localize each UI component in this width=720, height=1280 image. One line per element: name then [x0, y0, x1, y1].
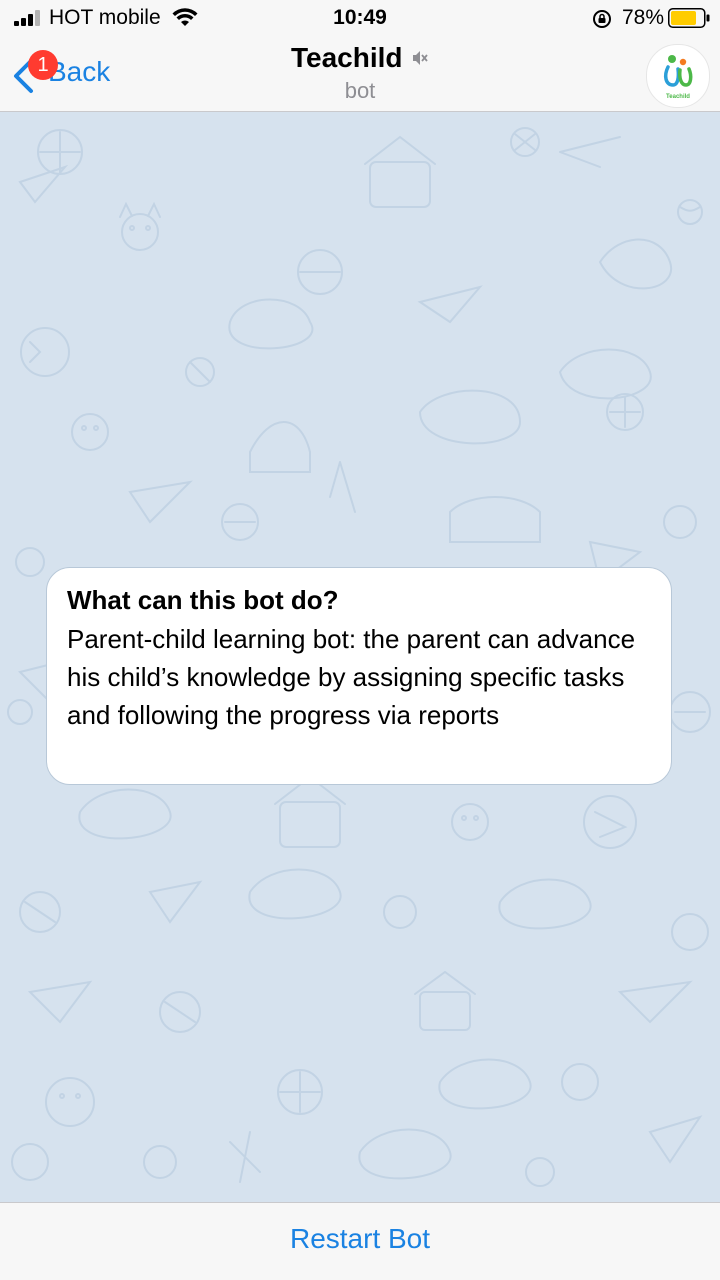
bot-info-bubble: What can this bot do? Parent-child learn…	[46, 567, 672, 785]
bot-info-description: Parent-child learning bot: the parent ca…	[67, 624, 636, 730]
avatar[interactable]: Teachild	[646, 44, 710, 108]
chat-area[interactable]: What can this bot do? Parent-child learn…	[0, 112, 720, 1202]
bottom-bar: Restart Bot	[0, 1202, 720, 1280]
chat-title-group[interactable]: Teachild	[200, 42, 520, 74]
avatar-logo-text: Teachild	[666, 94, 690, 100]
status-time: 10:49	[333, 6, 387, 29]
battery-percent: 78%	[622, 6, 665, 29]
mute-icon	[412, 51, 428, 65]
unread-badge: 1	[28, 50, 58, 80]
restart-bot-button[interactable]: Restart Bot	[200, 1223, 520, 1255]
nav-bar: Back 1 Teachild bot Teachild	[0, 36, 720, 112]
chat-subtitle: bot	[344, 78, 376, 103]
rotation-lock-icon	[593, 10, 611, 28]
chat-title: Teachild	[291, 42, 403, 73]
teachild-logo-icon: Teachild	[663, 55, 693, 100]
battery-icon	[668, 8, 710, 28]
status-bar: HOT mobile 10:49 78%	[0, 0, 720, 36]
bot-info-title: What can this bot do?	[67, 585, 339, 615]
back-button[interactable]: Back 1	[10, 50, 140, 96]
